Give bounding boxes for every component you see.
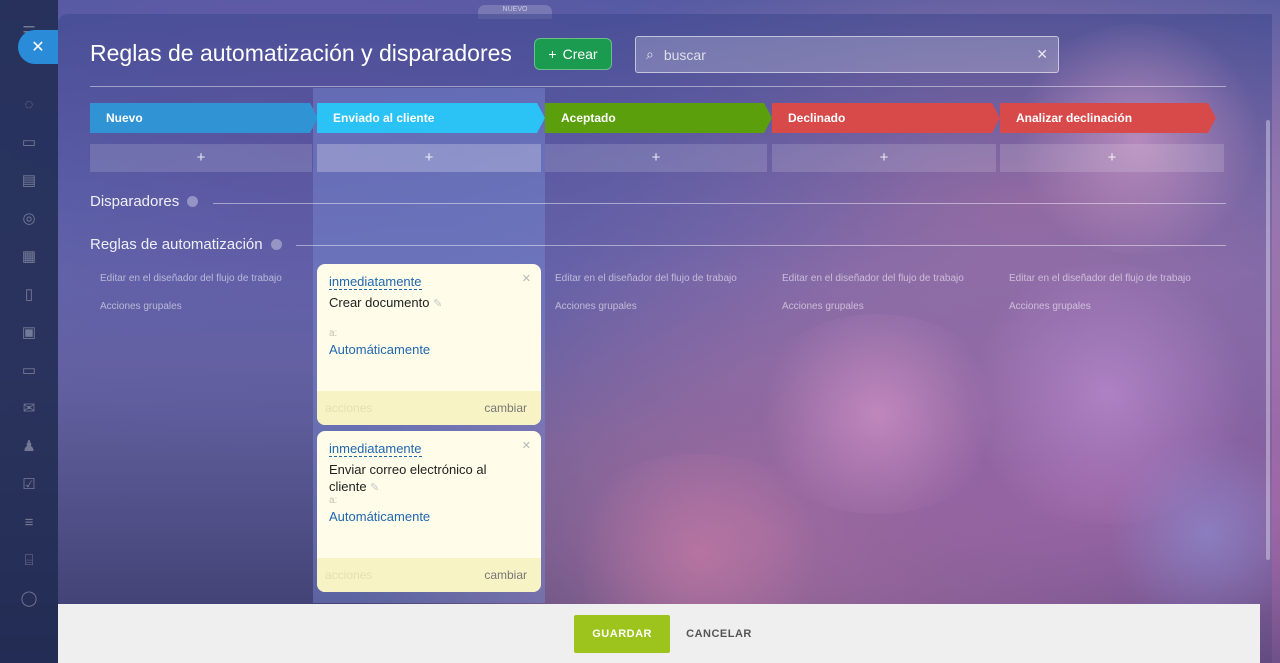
- change-button[interactable]: cambiar: [484, 568, 527, 582]
- calendar-icon[interactable]: ▦: [20, 248, 38, 266]
- search-icon: ⌕: [646, 46, 654, 62]
- stage-aceptado[interactable]: Aceptado: [545, 103, 772, 133]
- robot-name-text: Enviar correo electrónico al cliente: [329, 462, 487, 494]
- print-icon[interactable]: ⌸: [20, 552, 38, 570]
- plus-icon: +: [548, 46, 557, 62]
- close-slider-button[interactable]: ✕: [18, 30, 58, 64]
- group-actions-link-declinado[interactable]: Acciones grupales: [782, 301, 864, 312]
- automation-divider: [296, 245, 1226, 246]
- robot-card[interactable]: inmediatamente ✕ Crear documento ✎ a: Au…: [317, 264, 541, 425]
- add-trigger-nuevo[interactable]: +: [90, 144, 312, 172]
- close-icon[interactable]: ✕: [522, 272, 531, 285]
- create-button[interactable]: + Crear: [534, 38, 612, 70]
- group-actions-link-analizar[interactable]: Acciones grupales: [1009, 301, 1091, 312]
- robot-name-text: Crear documento: [329, 295, 430, 310]
- recipient-value[interactable]: Automáticamente: [329, 509, 430, 524]
- scrollbar[interactable]: [1266, 120, 1270, 560]
- add-trigger-declinado[interactable]: +: [772, 144, 996, 172]
- stage-nuevo[interactable]: Nuevo: [90, 103, 318, 133]
- automation-section-title: Reglas de automatización: [90, 236, 282, 253]
- card-footer: acciones cambiar: [317, 391, 541, 425]
- help-icon[interactable]: [270, 239, 282, 250]
- help-icon[interactable]: [187, 196, 199, 207]
- triggers-section-title: Disparadores: [90, 193, 199, 210]
- recipient-value[interactable]: Automáticamente: [329, 342, 430, 357]
- automation-rules-label: Reglas de automatización: [90, 236, 263, 253]
- close-icon[interactable]: ✕: [522, 439, 531, 452]
- mail-icon[interactable]: ✉: [20, 400, 38, 418]
- stage-label: Aceptado: [561, 111, 616, 125]
- robot-card[interactable]: inmediatamente ✕ Enviar correo electróni…: [317, 431, 541, 592]
- stage-label: Enviado al cliente: [333, 111, 435, 125]
- clear-search-icon[interactable]: ✕: [1036, 46, 1048, 63]
- page-title: Reglas de automatización y disparadores: [90, 40, 512, 66]
- target-icon[interactable]: ◎: [20, 210, 38, 228]
- stage-declinado[interactable]: Declinado: [772, 103, 1000, 133]
- stage-label: Declinado: [788, 111, 846, 125]
- stage-analizar-declinacion[interactable]: Analizar declinación: [1000, 103, 1216, 133]
- file-icon[interactable]: ▯: [20, 286, 38, 304]
- triggers-label: Disparadores: [90, 193, 180, 210]
- header-divider: [90, 86, 1226, 87]
- add-trigger-analizar[interactable]: +: [1000, 144, 1224, 172]
- robot-name: Enviar correo electrónico al cliente ✎: [329, 461, 509, 497]
- create-label: Crear: [562, 46, 598, 62]
- edit-designer-link-nuevo[interactable]: Editar en el diseñador del flujo de trab…: [100, 273, 282, 284]
- group-actions-link-aceptado[interactable]: Acciones grupales: [555, 301, 637, 312]
- pencil-icon[interactable]: ✎: [433, 298, 442, 310]
- search-input[interactable]: [653, 46, 1037, 63]
- group-actions-link-nuevo[interactable]: Acciones grupales: [100, 301, 182, 312]
- bottom-action-bar: GUARDAR CANCELAR: [58, 604, 1260, 663]
- board-icon[interactable]: ▣: [20, 324, 38, 342]
- change-button[interactable]: cambiar: [484, 401, 527, 415]
- left-sidebar: ☰ ◌ ▭ ▤ ◎ ▦ ▯ ▣ ▭ ✉ ♟ ☑ ≡ ⌸ ◯: [0, 0, 58, 663]
- robot-name: Crear documento ✎: [329, 294, 509, 313]
- recipient-label: a:: [329, 495, 338, 506]
- edit-designer-link-declinado[interactable]: Editar en el diseñador del flujo de trab…: [782, 273, 964, 284]
- recipient-label: a:: [329, 328, 338, 339]
- search-box: ⌕ ✕: [635, 36, 1059, 73]
- cancel-button[interactable]: CANCELAR: [686, 628, 752, 640]
- triggers-divider: [213, 203, 1226, 204]
- tasks-icon[interactable]: ☑: [20, 476, 38, 494]
- edit-designer-link-aceptado[interactable]: Editar en el diseñador del flujo de trab…: [555, 273, 737, 284]
- stage-label: Nuevo: [106, 111, 143, 125]
- chat-icon[interactable]: ▭: [20, 134, 38, 152]
- automation-panel: Reglas de automatización y disparadores …: [58, 14, 1272, 663]
- pencil-icon[interactable]: ✎: [370, 482, 379, 494]
- edit-designer-link-analizar[interactable]: Editar en el diseñador del flujo de trab…: [1009, 273, 1191, 284]
- actions-label: acciones: [325, 568, 373, 582]
- stage-label: Analizar declinación: [1016, 111, 1133, 125]
- contacts-icon[interactable]: ♟: [20, 438, 38, 456]
- document-icon[interactable]: ▤: [20, 172, 38, 190]
- stage-enviado-al-cliente[interactable]: Enviado al cliente: [317, 103, 545, 133]
- actions-label: acciones: [325, 401, 373, 415]
- filter-icon[interactable]: ≡: [20, 514, 38, 532]
- add-trigger-enviado[interactable]: +: [317, 144, 541, 172]
- timing-link[interactable]: inmediatamente: [329, 441, 422, 457]
- settings-icon[interactable]: ◯: [20, 590, 38, 608]
- close-icon: ✕: [31, 39, 45, 56]
- card-icon[interactable]: ▭: [20, 362, 38, 380]
- save-button[interactable]: GUARDAR: [574, 614, 671, 653]
- feed-icon[interactable]: ◌: [20, 96, 38, 114]
- timing-link[interactable]: inmediatamente: [329, 274, 422, 290]
- card-footer: acciones cambiar: [317, 558, 541, 592]
- add-trigger-aceptado[interactable]: +: [545, 144, 767, 172]
